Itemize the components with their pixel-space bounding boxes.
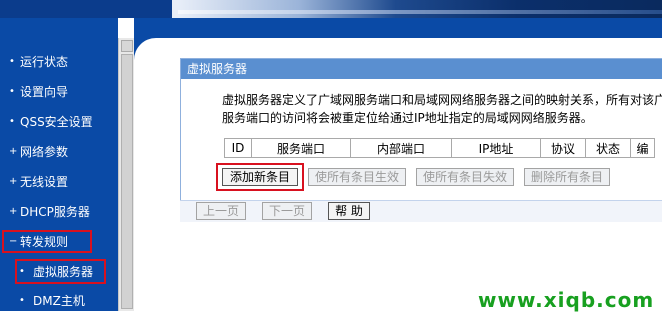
scroll-up-arrow-icon[interactable]: [121, 40, 133, 52]
bullet-icon: •: [19, 295, 25, 306]
description-line: 虚拟服务器定义了广域网服务端口和局域网网络服务器之间的映射关系，所有对该广: [222, 93, 662, 107]
column-header: 协议: [540, 138, 586, 158]
description-line: 服务端口的访问将会被重定位给通过IP地址指定的局域网网络服务器。: [222, 111, 593, 125]
table-header-row: ID 服务端口 内部端口 IP地址 协议 状态 编: [224, 138, 655, 158]
banner-image: [178, 0, 662, 18]
bullet-icon: •: [9, 116, 15, 127]
help-button[interactable]: 帮 助: [328, 202, 370, 220]
column-header: 状态: [585, 138, 631, 158]
delete-all-button[interactable]: 删除所有条目: [524, 168, 610, 186]
virtual-server-table: ID 服务端口 内部端口 IP地址 协议 状态 编: [224, 138, 655, 158]
panel-title: 虚拟服务器: [181, 59, 662, 79]
sidebar-item-wireless[interactable]: + 无线设置: [0, 171, 118, 193]
scrollbar-thumb[interactable]: [121, 54, 133, 309]
column-header: 编: [630, 138, 655, 158]
bullet-icon: •: [9, 56, 15, 67]
banner-left: [0, 0, 172, 18]
column-header: 服务端口: [251, 138, 351, 158]
sidebar-item-dhcp[interactable]: + DHCP服务器: [0, 201, 118, 223]
watermark: www.xiqb.com: [478, 288, 655, 312]
panel-description: 虚拟服务器定义了广域网服务端口和局域网网络服务器之间的映射关系，所有对该广 服务…: [222, 91, 662, 127]
column-header: IP地址: [451, 138, 541, 158]
disable-all-button[interactable]: 使所有条目失效: [416, 168, 514, 186]
highlight-box: [15, 259, 106, 284]
column-header: 内部端口: [350, 138, 452, 158]
prev-page-button[interactable]: 上一页: [196, 202, 246, 220]
sidebar-item-label: DMZ主机: [33, 294, 85, 308]
sidebar-item-label: QSS安全设置: [20, 115, 93, 129]
expand-icon: +: [9, 206, 18, 217]
highlight-box: [216, 163, 304, 191]
column-header: ID: [224, 138, 252, 158]
expand-icon: +: [9, 176, 18, 187]
expand-icon: +: [9, 146, 18, 157]
highlight-box: [2, 230, 92, 253]
sidebar-item-network[interactable]: + 网络参数: [0, 141, 118, 163]
sidebar-item-label: 网络参数: [20, 145, 69, 159]
sidebar-item-label: 运行状态: [20, 55, 69, 69]
sidebar-item-dmz[interactable]: • DMZ主机: [0, 290, 118, 312]
sidebar-item-status[interactable]: • 运行状态: [0, 51, 118, 73]
next-page-button[interactable]: 下一页: [262, 202, 312, 220]
panel-footer: [180, 200, 662, 222]
sidebar-item-label: DHCP服务器: [20, 205, 90, 219]
sidebar-item-label: 无线设置: [20, 175, 69, 189]
top-banner: [0, 0, 662, 18]
sidebar-item-label: 设置向导: [20, 85, 69, 99]
sidebar-item-wizard[interactable]: • 设置向导: [0, 81, 118, 103]
sidebar-scrollbar[interactable]: [118, 38, 135, 311]
enable-all-button[interactable]: 使所有条目生效: [308, 168, 406, 186]
bullet-icon: •: [9, 86, 15, 97]
sidebar-item-qss[interactable]: • QSS安全设置: [0, 111, 118, 133]
